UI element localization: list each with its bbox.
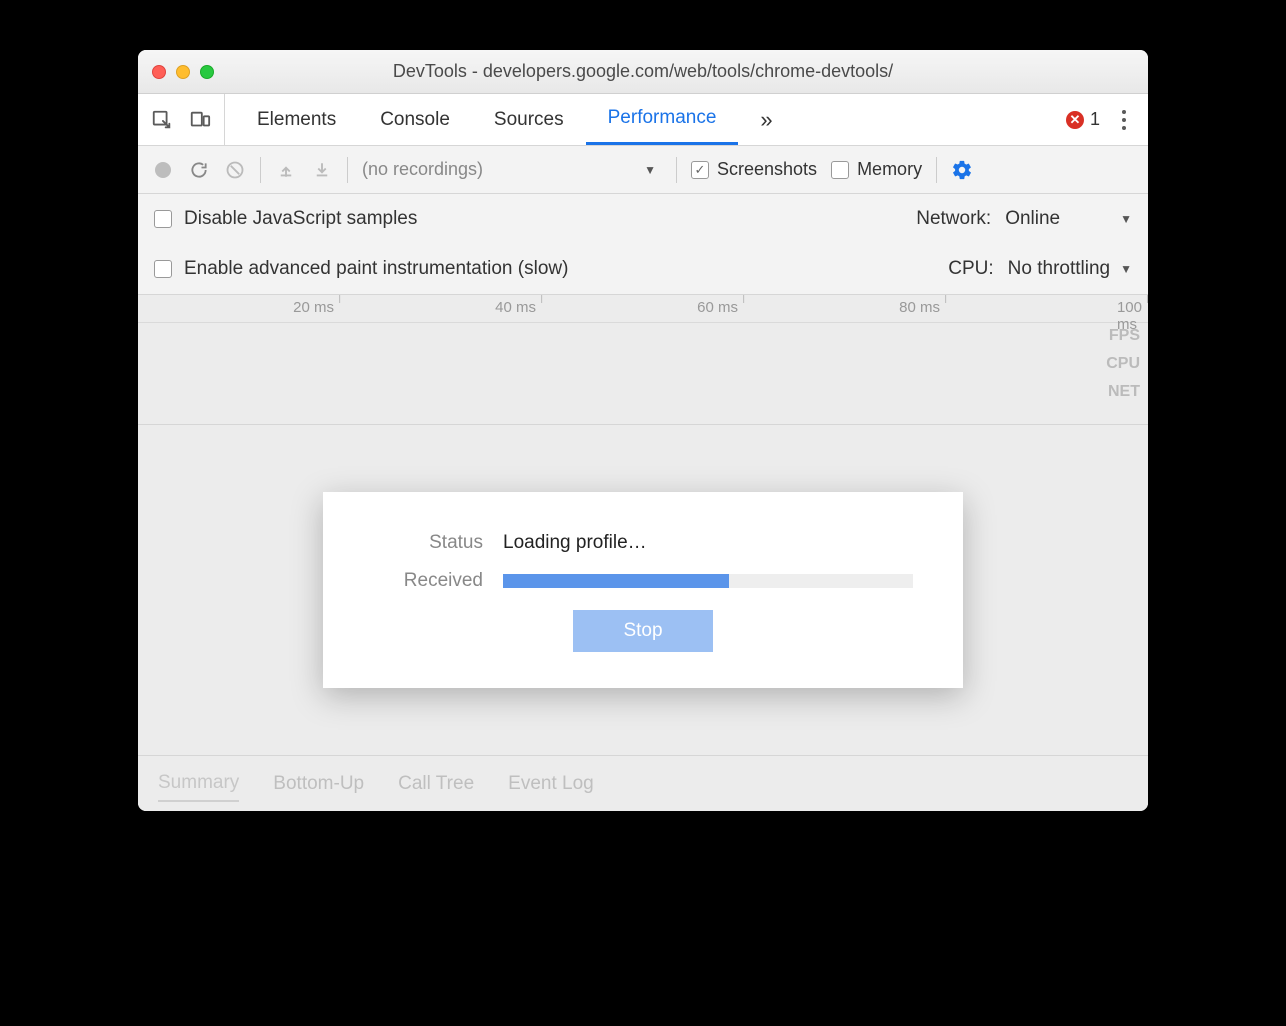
network-select[interactable]: Online ▼ <box>1005 208 1132 230</box>
device-toolbar-icon[interactable] <box>186 106 214 134</box>
chevron-down-icon: ▼ <box>1120 212 1132 226</box>
load-profile-icon[interactable] <box>275 159 297 181</box>
main-tabbar: Elements Console Sources Performance » ✕… <box>138 94 1148 146</box>
received-progress-fill <box>503 574 729 588</box>
minimize-window-icon[interactable] <box>176 65 190 79</box>
tick: 80 ms <box>899 299 946 316</box>
maximize-window-icon[interactable] <box>200 65 214 79</box>
status-value: Loading profile… <box>503 532 913 554</box>
close-window-icon[interactable] <box>152 65 166 79</box>
cpu-label: CPU: <box>948 258 993 280</box>
performance-toolbar: (no recordings) ▼ Screenshots Memory <box>138 146 1148 194</box>
received-progress-track <box>503 574 913 588</box>
details-tabs: Summary Bottom-Up Call Tree Event Log <box>138 755 1148 811</box>
chevron-down-icon: ▼ <box>1120 262 1132 276</box>
status-label: Status <box>373 532 503 554</box>
memory-checkbox[interactable] <box>831 161 849 179</box>
tab-sources[interactable]: Sources <box>472 94 586 145</box>
reload-icon[interactable] <box>188 159 210 181</box>
screenshots-checkbox[interactable] <box>691 161 709 179</box>
disable-js-label: Disable JavaScript samples <box>184 208 417 230</box>
timeline-ruler: 20 ms 40 ms 60 ms 80 ms 100 ms <box>138 295 1148 323</box>
timeline-overview[interactable]: 20 ms 40 ms 60 ms 80 ms 100 ms FPS CPU N… <box>138 295 1148 425</box>
record-icon[interactable] <box>152 159 174 181</box>
btab-event-log[interactable]: Event Log <box>508 767 594 801</box>
tab-elements[interactable]: Elements <box>235 94 358 145</box>
disable-js-checkbox[interactable] <box>154 210 172 228</box>
devtools-window: DevTools - developers.google.com/web/too… <box>138 50 1148 811</box>
lane-labels: FPS CPU NET <box>1106 327 1140 401</box>
chevron-down-icon: ▼ <box>644 163 656 177</box>
inspect-element-icon[interactable] <box>148 106 176 134</box>
tab-performance[interactable]: Performance <box>586 94 739 145</box>
recordings-select[interactable]: (no recordings) ▼ <box>362 159 662 180</box>
more-menu-icon[interactable] <box>1112 110 1136 130</box>
network-value: Online <box>1005 208 1060 230</box>
save-profile-icon[interactable] <box>311 159 333 181</box>
lane-net: NET <box>1106 383 1140 401</box>
stop-button[interactable]: Stop <box>573 610 712 652</box>
tabs-overflow-icon[interactable]: » <box>738 94 794 145</box>
btab-summary[interactable]: Summary <box>158 766 239 802</box>
screenshots-label: Screenshots <box>717 159 817 180</box>
tick: 40 ms <box>495 299 542 316</box>
tick: 60 ms <box>697 299 744 316</box>
paint-instrumentation-checkbox[interactable] <box>154 260 172 278</box>
clear-icon[interactable] <box>224 159 246 181</box>
error-icon: ✕ <box>1066 111 1084 129</box>
recordings-label: (no recordings) <box>362 159 483 180</box>
cpu-select[interactable]: No throttling ▼ <box>1008 258 1132 280</box>
main-panel: Status Loading profile… Received Stop <box>138 425 1148 755</box>
capture-settings-icon[interactable] <box>951 159 973 181</box>
tick: 20 ms <box>293 299 340 316</box>
titlebar: DevTools - developers.google.com/web/too… <box>138 50 1148 94</box>
memory-label: Memory <box>857 159 922 180</box>
cpu-value: No throttling <box>1008 258 1110 280</box>
error-count-badge[interactable]: ✕ 1 <box>1066 109 1100 130</box>
error-count: 1 <box>1090 109 1100 130</box>
network-label: Network: <box>916 208 991 230</box>
window-title: DevTools - developers.google.com/web/too… <box>138 61 1148 82</box>
tab-console[interactable]: Console <box>358 94 472 145</box>
lane-fps: FPS <box>1106 327 1140 345</box>
window-controls <box>152 65 214 79</box>
lane-cpu: CPU <box>1106 355 1140 373</box>
received-label: Received <box>373 570 503 592</box>
btab-bottom-up[interactable]: Bottom-Up <box>273 767 364 801</box>
capture-settings-panel: Disable JavaScript samples Network: Onli… <box>138 194 1148 295</box>
paint-instrumentation-label: Enable advanced paint instrumentation (s… <box>184 258 568 280</box>
btab-call-tree[interactable]: Call Tree <box>398 767 474 801</box>
loading-modal: Status Loading profile… Received Stop <box>323 492 963 688</box>
